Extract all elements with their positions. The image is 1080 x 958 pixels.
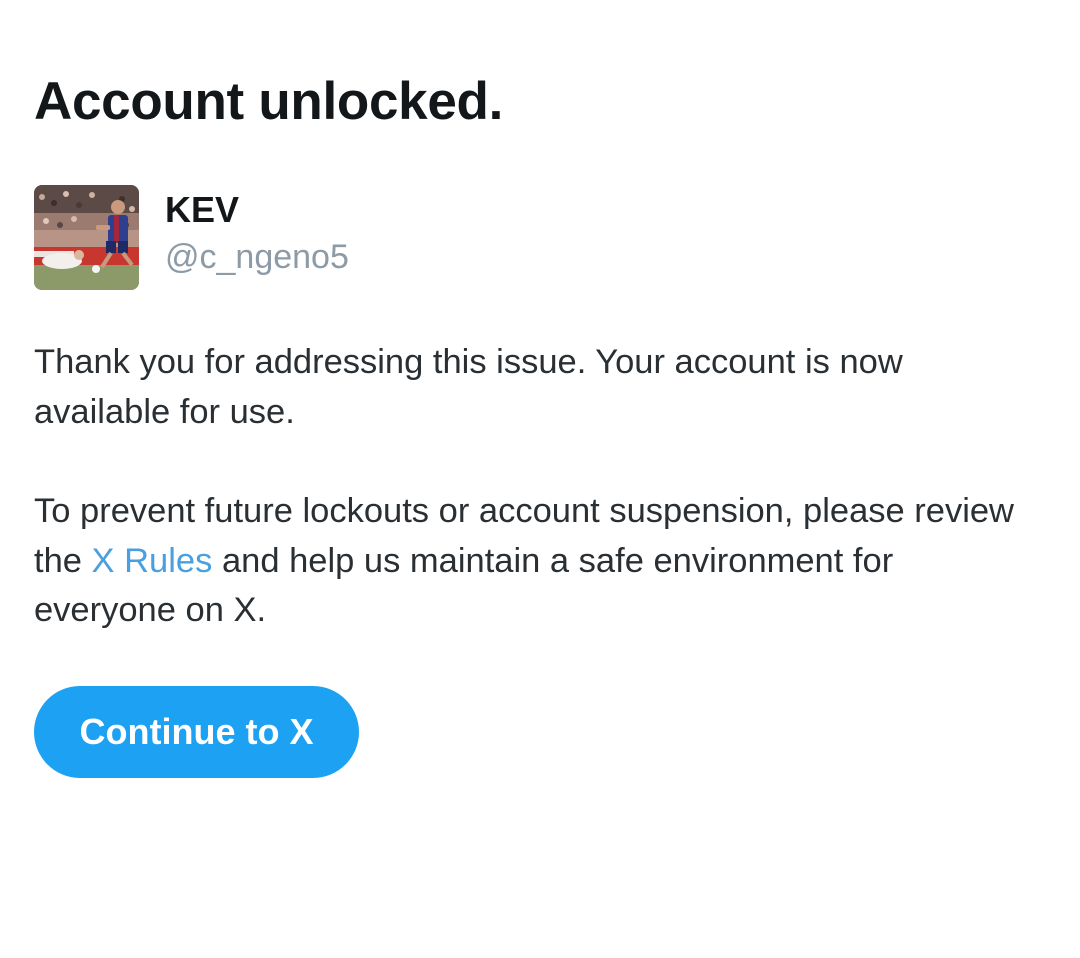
user-info: KEV @c_ngeno5 — [34, 185, 634, 290]
x-rules-link[interactable]: X Rules — [92, 542, 213, 580]
display-name: KEV — [165, 189, 240, 230]
avatar — [34, 185, 139, 290]
unlock-message: Thank you for addressing this issue. You… — [34, 343, 903, 431]
username: @c_ngeno5 — [165, 238, 349, 276]
rules-reminder-message: To prevent future lockouts or account su… — [34, 487, 1044, 636]
page-title: Account unlocked. — [34, 72, 504, 131]
avatar-photo-icon — [34, 185, 139, 290]
continue-button[interactable]: Continue to X — [34, 686, 359, 778]
